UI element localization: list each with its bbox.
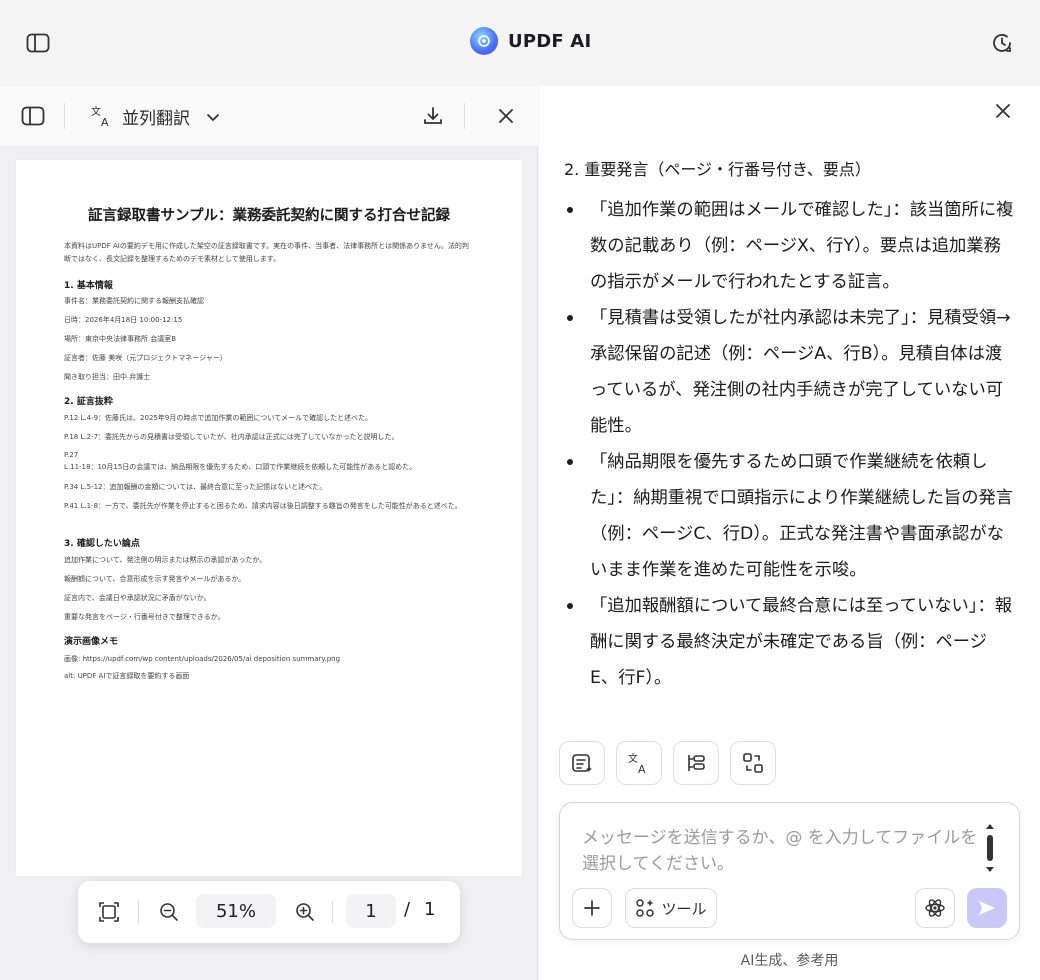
section-heading: 演示画像メモ (64, 637, 119, 647)
add-attachment-button[interactable] (572, 888, 612, 928)
history-icon[interactable] (989, 30, 1015, 56)
atom-icon (924, 897, 946, 919)
send-button[interactable] (967, 888, 1007, 928)
zoom-in-icon[interactable] (292, 899, 318, 925)
document-line: 追加作業について、発注側の明示または黙示の承認があったか。 (64, 556, 267, 564)
document-line: alt: UPDF AIで証言録取を要約する画面 (64, 672, 190, 680)
document-line: P.12 L.4-9：佐藤氏は、2025年9月の時点で追加作業の範囲についてメー… (64, 414, 373, 422)
ai-model-button[interactable] (915, 888, 955, 928)
explain-button[interactable] (673, 741, 719, 785)
document-line: 場所：東京中央法律事務所 会議室B (64, 335, 177, 343)
fit-page-icon[interactable] (96, 899, 122, 925)
updf-ai-logo-icon (470, 27, 498, 55)
tools-label: ツール (661, 899, 707, 918)
download-icon[interactable] (420, 103, 446, 129)
message-input[interactable]: メッセージを送信するか、@ を入力してファイルを選択してください。 (582, 825, 982, 877)
chat-bullet-list: 「追加作業の範囲はメールで確認した」：該当箇所に複数の記載あり（例：ページX、行… (564, 192, 1014, 696)
section-heading: 2. 証言抜粋 (64, 397, 113, 407)
zoom-level[interactable]: 51% (196, 894, 276, 928)
document-line: P.41 L.1-8：一方で、委託先が作業を停止すると困るため、請求内容は後日調… (64, 502, 462, 510)
svg-text:A: A (101, 116, 109, 128)
zoom-divider (138, 901, 139, 923)
translate-button[interactable]: 文A (616, 741, 662, 785)
ai-chat-panel: 2. 重要発言（ページ・行番号付き、要点） 「追加作業の範囲はメールで確認した」… (539, 86, 1040, 980)
page-total: 1 (424, 899, 436, 920)
document-toolbar: 文A 並列翻訳 (0, 86, 538, 146)
panel-toggle-icon[interactable] (20, 105, 46, 127)
page-separator: / (404, 899, 411, 920)
document-line: 証言者：佐藤 美咲（元プロジェクトマネージャー） (64, 354, 227, 362)
chevron-down-icon[interactable] (202, 106, 224, 128)
document-line: 事件名：業務委託契約に関する報酬支払確認 (64, 297, 204, 305)
zoom-divider (332, 901, 333, 923)
translate-icon[interactable]: 文A (88, 102, 116, 130)
document-line: 報酬額について、合意形成を示す発言やメールがあるか。 (64, 575, 246, 583)
document-intro: 本資料はUPDF AIの要約デモ用に作成した架空の証言録取書です。実在の事件、当… (64, 242, 469, 263)
document-line: 証言内で、会議日や承認状況に矛盾がないか。 (64, 594, 211, 602)
sidebar-toggle-icon[interactable] (24, 30, 52, 56)
chat-bullet: 「見積書は受領したが社内承認は未完了」：見積受領→承認保留の記述（例：ページA、… (564, 300, 1014, 444)
toolbar-divider (464, 103, 465, 129)
rewrite-icon (741, 751, 765, 775)
close-icon[interactable] (990, 98, 1016, 124)
tools-grid-icon (635, 898, 655, 918)
chat-bullet: 「納品期限を優先するため口頭で作業継続を依頼した」：納期重視で口頭指示により作業… (564, 444, 1014, 588)
document-line: P.27 (64, 451, 79, 459)
svg-text:文: 文 (628, 752, 638, 765)
chat-bullet: 「追加作業の範囲はメールで確認した」：該当箇所に複数の記載あり（例：ページX、行… (564, 192, 1014, 300)
document-line: 画像: https://updf.com/wp content/uploads/… (64, 655, 341, 663)
zoom-out-icon[interactable] (156, 899, 182, 925)
message-input-box[interactable]: メッセージを送信するか、@ を入力してファイルを選択してください。 ツール (559, 802, 1020, 940)
rewrite-button[interactable] (730, 741, 776, 785)
chat-message: 2. 重要発言（ページ・行番号付き、要点） 「追加作業の範囲はメールで確認した」… (564, 156, 1014, 722)
document-line: L.11-18：10月15日の会議では、納品期限を優先するため、口頭で作業継続を… (64, 463, 417, 471)
document-page: 証言録取書サンプル：業務委託契約に関する打合せ記録 本資料はUPDF AIの要約… (16, 160, 522, 876)
svg-text:文: 文 (91, 105, 101, 118)
section-heading: 3. 確認したい論点 (64, 539, 140, 549)
input-scroll-arrows-icon[interactable] (985, 823, 995, 873)
chat-bullet: 「追加報酬額について最終合意には至っていない」：報酬に関する最終決定が未確定であ… (564, 588, 1014, 696)
send-icon (977, 898, 997, 918)
summarize-button[interactable] (559, 741, 605, 785)
page-number-input[interactable]: 1 (346, 894, 396, 928)
document-title: 証言録取書サンプル：業務委託契約に関する打合せ記録 (87, 208, 451, 224)
chat-heading: 2. 重要発言（ページ・行番号付き、要点） (564, 160, 871, 179)
document-line: P.34 L.5-12：追加報酬の金額については、最終合意に至った記憶はないと述… (64, 483, 327, 491)
list-tree-icon (684, 751, 708, 775)
translate-mode-label[interactable]: 並列翻訳 (122, 104, 190, 129)
summarize-icon (570, 751, 594, 775)
document-line: P.18 L.2-7：委託先からの見積書は受領していたが、社内承認は正式には完了… (64, 433, 399, 441)
zoom-toolbar: 51% 1 / 1 (78, 881, 460, 943)
svg-text:A: A (638, 763, 646, 775)
document-line: 日時：2026年4月18日 10:00-12:15 (64, 316, 183, 324)
close-icon[interactable] (493, 103, 519, 129)
document-panel: 文A 並列翻訳 証言録取書サンプル：業務委託契約に関する打合せ記録 本資料はUP… (0, 86, 538, 980)
top-bar: UPDF AI (0, 0, 1040, 86)
toolbar-divider (64, 103, 65, 129)
chat-fade-overlay (539, 686, 1040, 726)
app-brand: UPDF AI (470, 26, 591, 56)
ai-disclaimer: AI生成、参考用 (740, 953, 839, 969)
tools-button[interactable]: ツール (625, 888, 717, 928)
document-line: 重要な発言をページ・行番号付きで整理できるか。 (64, 613, 225, 621)
section-heading: 1. 基本情報 (64, 281, 113, 291)
document-line: 聞き取り担当：田中 弁護士 (64, 373, 151, 381)
translate-icon: 文A (627, 751, 651, 775)
plus-icon (583, 899, 601, 917)
app-title: UPDF AI (508, 30, 592, 52)
